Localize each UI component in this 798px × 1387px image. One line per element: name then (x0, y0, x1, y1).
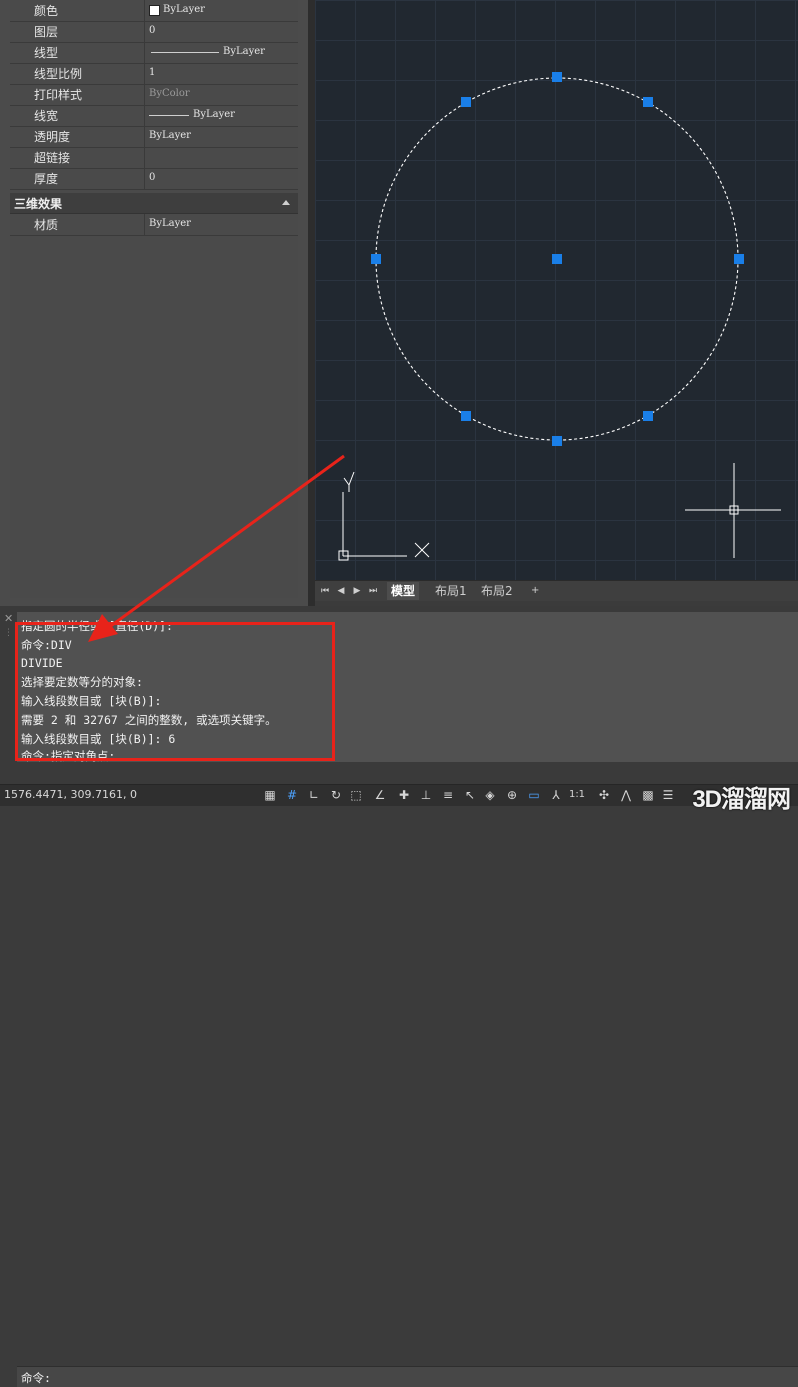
layers-icon[interactable]: ◈ (482, 787, 498, 803)
isodraft-icon[interactable]: ⬚ (348, 787, 364, 803)
angle-icon[interactable]: ∠ (372, 787, 388, 803)
coordinate-readout: 1576.4471, 309.7161, 0 (4, 788, 137, 801)
monitor-icon[interactable]: ▭ (526, 787, 542, 803)
ortho-icon[interactable]: ∟ (306, 787, 322, 803)
settings-gear-icon[interactable]: ✣ (596, 787, 612, 803)
annotation-visibility-icon[interactable]: ⋀ (618, 787, 634, 803)
selection-cycling-icon[interactable]: ↖ (462, 787, 478, 803)
annotation-arrow-icon (88, 454, 345, 642)
command-prompt: 命令: (21, 1371, 51, 1385)
zoom-icon[interactable]: ⊕ (504, 787, 520, 803)
customize-menu-icon[interactable]: ☰ (660, 787, 676, 803)
ucs-toggle-icon[interactable]: ⊥ (418, 787, 434, 803)
polar-tracking-icon[interactable]: ↻ (328, 787, 344, 803)
scale-readout[interactable]: 1:1 (566, 787, 588, 803)
grid-icon[interactable]: # (284, 787, 300, 803)
fullscreen-icon[interactable]: ▩ (640, 787, 656, 803)
object-snap-icon[interactable]: ✚ (396, 787, 412, 803)
watermark-logo: 3D溜溜网 (692, 786, 791, 813)
command-input[interactable]: 命令: (17, 1366, 798, 1387)
lineweight-icon[interactable]: ≡ (440, 787, 456, 803)
annotation-scale-icon[interactable]: ⅄ (548, 787, 564, 803)
model-space-icon[interactable]: ▦ (262, 787, 278, 803)
status-bar: 1576.4471, 309.7161, 0 ▦ # ∟ ↻ ⬚ ∠ ✚ ⊥ ≡… (0, 784, 798, 813)
